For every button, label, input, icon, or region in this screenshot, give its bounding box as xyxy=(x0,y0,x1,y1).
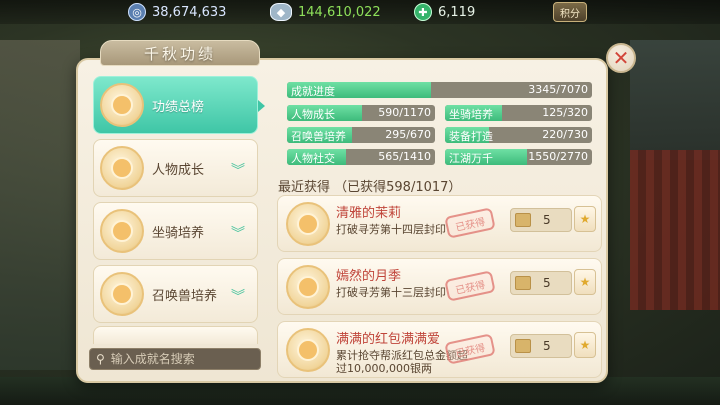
star-icon: ★ xyxy=(579,275,591,289)
category-mount[interactable]: 坐骑培养 ︾ xyxy=(93,202,258,260)
points-shop-button[interactable]: 积分 xyxy=(553,2,587,22)
gold-coin-icon: ◎ xyxy=(128,3,146,21)
reward-value: 5 xyxy=(543,213,551,227)
gold-amount: 38,674,633 xyxy=(152,4,227,20)
jade-currency[interactable]: ✚ 6,119 xyxy=(414,2,475,22)
achievement-name: 嫣然的月季 xyxy=(336,269,402,284)
recent-heading: 最近获得 （已获得598/1017） xyxy=(278,180,462,195)
progress-name: 成就进度 xyxy=(291,85,335,98)
panel-title-tab: 千秋功绩 xyxy=(100,40,260,66)
category-overall[interactable]: 功绩总榜 xyxy=(93,76,258,134)
achievement-name: 清雅的茉莉 xyxy=(336,206,402,221)
reward-box: 5 xyxy=(510,271,572,295)
reward-box: 5 xyxy=(510,208,572,232)
progress-bar: 装备打造 220/730 xyxy=(445,127,592,143)
medal-icon xyxy=(100,209,144,253)
jade-amount: 6,119 xyxy=(438,4,476,20)
achievement-name: 满满的红包满满爱 xyxy=(336,332,441,347)
close-icon: ✕ xyxy=(612,46,630,70)
star-icon: ★ xyxy=(579,212,591,226)
progress-bar: 人物成长 590/1170 xyxy=(287,105,435,121)
reward-value: 5 xyxy=(543,339,551,353)
panel-title: 千秋功绩 xyxy=(143,44,216,63)
achievement-medal-icon xyxy=(286,265,330,309)
category-label: 人物成长 xyxy=(152,162,205,178)
category-next-partial[interactable] xyxy=(93,326,258,344)
search-icon: ⚲ xyxy=(96,352,105,366)
progress-name: 装备打造 xyxy=(449,130,493,143)
silver-amount: 144,610,022 xyxy=(298,4,381,20)
category-summon[interactable]: 召唤兽培养 ︾ xyxy=(93,265,258,323)
chevron-down-icon[interactable]: ︾ xyxy=(231,286,245,306)
achievement-item[interactable]: 嫣然的月季 打破寻芳第十三层封印 已获得 5 ★ xyxy=(277,258,602,315)
share-button[interactable]: ★ xyxy=(574,332,596,358)
progress-bar: 坐骑培养 125/320 xyxy=(445,105,592,121)
medal-icon xyxy=(100,146,144,190)
jade-icon: ✚ xyxy=(414,3,432,21)
achievement-item[interactable]: 清雅的茉莉 打破寻芳第十四层封印 已获得 5 ★ xyxy=(277,195,602,252)
active-pointer-icon xyxy=(258,100,265,112)
achievement-search[interactable]: ⚲ xyxy=(89,348,261,370)
achievement-medal-icon xyxy=(286,328,330,372)
achievement-medal-icon xyxy=(286,202,330,246)
progress-bar: 人物社交 565/1410 xyxy=(287,149,435,165)
background-building xyxy=(630,150,720,310)
progress-value: 1550/2770 xyxy=(528,150,588,163)
search-input[interactable] xyxy=(110,352,251,366)
progress-bar: 江湖万千 1550/2770 xyxy=(445,149,592,165)
chevron-down-icon[interactable]: ︾ xyxy=(231,160,245,180)
progress-value: 3345/7070 xyxy=(528,83,588,96)
progress-value: 295/670 xyxy=(385,128,431,141)
reward-chest-icon xyxy=(515,339,531,353)
progress-value: 125/320 xyxy=(542,106,588,119)
progress-value: 220/730 xyxy=(542,128,588,141)
background-roof xyxy=(630,40,720,160)
reward-value: 5 xyxy=(543,276,551,290)
obtained-stamp: 已获得 xyxy=(444,207,496,239)
share-button[interactable]: ★ xyxy=(574,269,596,295)
progress-name: 人物社交 xyxy=(291,152,335,165)
obtained-stamp: 已获得 xyxy=(444,333,496,365)
reward-chest-icon xyxy=(515,276,531,290)
close-button[interactable]: ✕ xyxy=(606,43,636,73)
medal-icon xyxy=(100,272,144,316)
overall-progress-bar: 成就进度 3345/7070 xyxy=(287,82,592,98)
currency-bar: ◎ 38,674,633 ◆ 144,610,022 ✚ 6,119 积分 xyxy=(0,0,720,24)
silver-currency[interactable]: ◆ 144,610,022 xyxy=(270,2,381,22)
medal-icon xyxy=(100,83,144,127)
reward-chest-icon xyxy=(515,213,531,227)
background-scenery-left xyxy=(0,40,80,370)
chevron-down-icon[interactable]: ︾ xyxy=(231,223,245,243)
category-character-growth[interactable]: 人物成长 ︾ xyxy=(93,139,258,197)
gold-currency[interactable]: ◎ 38,674,633 xyxy=(128,2,226,22)
achievement-item[interactable]: 满满的红包满满爱 累计抢夺帮派红包总金额超过10,000,000银两 已获得 5… xyxy=(277,321,602,378)
share-button[interactable]: ★ xyxy=(574,206,596,232)
reward-box: 5 xyxy=(510,334,572,358)
progress-name: 坐骑培养 xyxy=(449,108,493,121)
category-label: 功绩总榜 xyxy=(152,99,205,115)
progress-name: 召唤兽培养 xyxy=(291,130,346,143)
category-label: 坐骑培养 xyxy=(152,225,205,241)
obtained-stamp: 已获得 xyxy=(444,270,496,302)
progress-name: 人物成长 xyxy=(291,108,335,121)
progress-value: 590/1170 xyxy=(378,106,431,119)
progress-bar: 召唤兽培养 295/670 xyxy=(287,127,435,143)
star-icon: ★ xyxy=(579,338,591,352)
progress-value: 565/1410 xyxy=(378,150,431,163)
silver-ingot-icon: ◆ xyxy=(270,3,292,21)
progress-name: 江湖万千 xyxy=(449,152,493,165)
category-label: 召唤兽培养 xyxy=(152,288,218,304)
